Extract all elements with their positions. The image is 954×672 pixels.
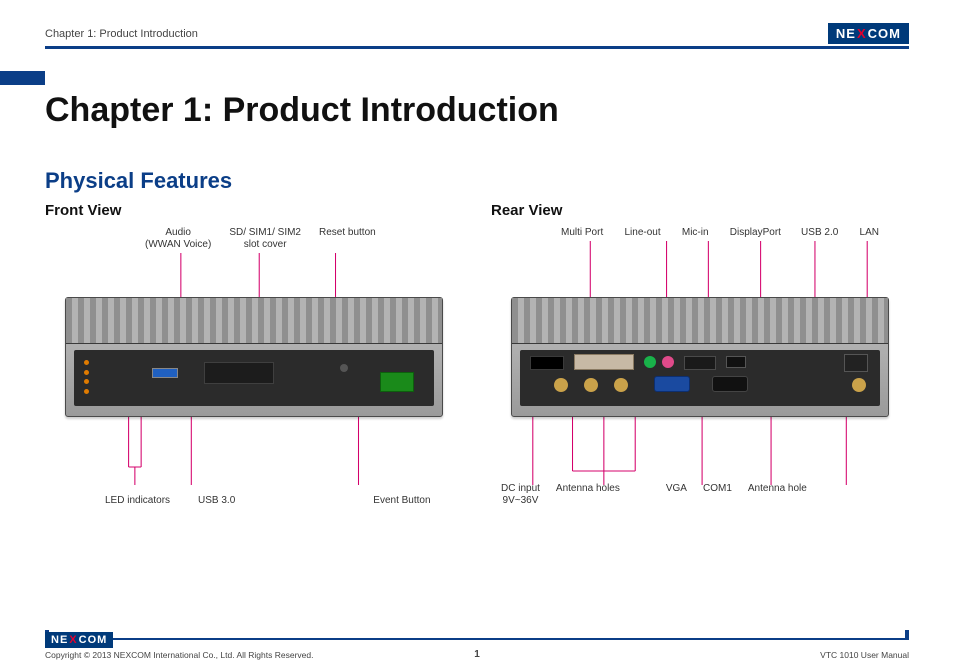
rear-view-heading: Rear View (491, 202, 909, 219)
label-lineout: Line-out (624, 227, 660, 239)
chapter-title: Chapter 1: Product Introduction (45, 91, 909, 130)
usb2-port-icon (726, 356, 746, 368)
copyright: Copyright © 2013 NEXCOM International Co… (45, 650, 313, 660)
brand-post: COM (868, 26, 901, 41)
label-event: Event Button (373, 495, 430, 507)
label-antenna-hole: Antenna hole (748, 483, 807, 507)
rear-top-labels: Multi Port Line-out Mic-in DisplayPort U… (491, 227, 909, 239)
label-dp: DisplayPort (730, 227, 780, 239)
header-rule-stub (0, 71, 45, 85)
rear-bottom-labels: DC input 9V~36V Antenna holes VGA COM1 A… (491, 483, 909, 507)
header-rule (45, 46, 909, 49)
label-reset: Reset button (319, 227, 376, 251)
label-micin: Mic-in (682, 227, 709, 239)
front-bottom-labels: LED indicators USB 3.0 Event Button (45, 495, 463, 507)
displayport-icon (684, 356, 716, 370)
page-header: Chapter 1: Product Introduction NEXCOM (45, 18, 909, 44)
led-indicators-icon (84, 358, 139, 396)
label-led: LED indicators (105, 495, 170, 507)
label-dcin: DC input 9V~36V (501, 483, 540, 507)
multi-port-icon (574, 354, 634, 370)
label-usb2: USB 2.0 (801, 227, 838, 239)
front-view-column: Front View Audio (WWAN Voice) SD/ SIM1/ … (45, 202, 463, 507)
views-row: Front View Audio (WWAN Voice) SD/ SIM1/ … (45, 202, 909, 507)
event-button-icon (380, 372, 414, 392)
dc-input-icon (530, 356, 564, 370)
front-device (65, 297, 443, 417)
brand-logo-footer: NEXCOM (45, 632, 113, 648)
lineout-jack-icon (644, 356, 656, 368)
front-panel (74, 350, 434, 406)
front-view-heading: Front View (45, 202, 463, 219)
slot-cover-icon (204, 362, 274, 384)
usb3-port-icon (152, 368, 178, 378)
label-slot-cover: SD/ SIM1/ SIM2 slot cover (229, 227, 301, 251)
brand-x: X (857, 26, 867, 41)
label-antenna-holes: Antenna holes (556, 483, 620, 507)
reset-button-icon (340, 364, 348, 372)
antenna-hole-icon (584, 378, 598, 392)
brand-post: COM (79, 634, 108, 646)
micin-jack-icon (662, 356, 674, 368)
lan-port-icon (844, 354, 868, 372)
rear-device (511, 297, 889, 417)
antenna-hole-icon (554, 378, 568, 392)
com1-port-icon (712, 376, 748, 392)
breadcrumb: Chapter 1: Product Introduction (45, 28, 198, 44)
front-view-diagram: Audio (WWAN Voice) SD/ SIM1/ SIM2 slot c… (45, 227, 463, 507)
section-title: Physical Features (45, 168, 909, 194)
antenna-hole-icon (852, 378, 866, 392)
brand-pre: NE (836, 26, 856, 41)
brand-x: X (69, 634, 77, 646)
label-com1: COM1 (703, 483, 732, 507)
label-lan: LAN (860, 227, 879, 239)
brand-pre: NE (51, 634, 68, 646)
rear-view-diagram: Multi Port Line-out Mic-in DisplayPort U… (491, 227, 909, 507)
vga-port-icon (654, 376, 690, 392)
footer-left: NEXCOM Copyright © 2013 NEXCOM Internati… (45, 632, 313, 660)
label-vga: VGA (666, 483, 687, 507)
page-footer: NEXCOM Copyright © 2013 NEXCOM Internati… (45, 632, 909, 660)
front-top-labels: Audio (WWAN Voice) SD/ SIM1/ SIM2 slot c… (45, 227, 463, 251)
label-multi: Multi Port (561, 227, 603, 239)
rear-panel (520, 350, 880, 406)
rear-view-column: Rear View Multi Port Line-out Mic-in Dis… (491, 202, 909, 507)
page-number: 1 (474, 649, 480, 660)
label-audio: Audio (WWAN Voice) (145, 227, 211, 251)
doc-title-footer: VTC 1010 User Manual (820, 650, 909, 660)
antenna-hole-icon (614, 378, 628, 392)
label-usb3: USB 3.0 (198, 495, 235, 507)
brand-logo: NEXCOM (828, 23, 909, 44)
